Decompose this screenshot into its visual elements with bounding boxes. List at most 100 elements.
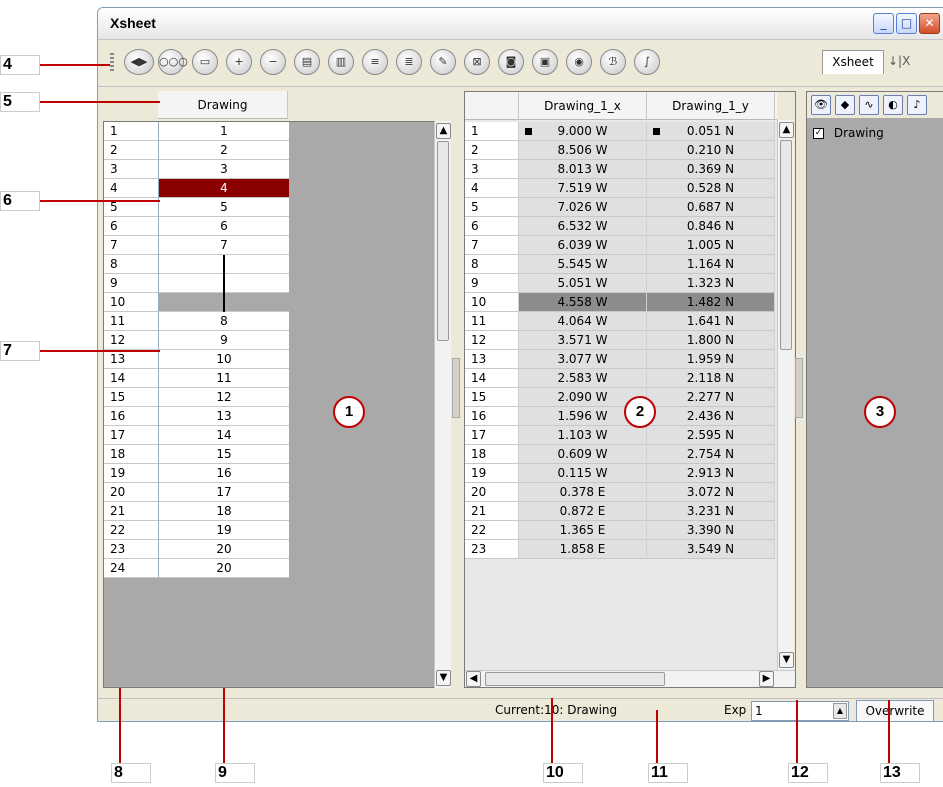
fn-value-cell[interactable]: 8.506 W <box>519 141 647 160</box>
colors-icon[interactable]: ◆ <box>835 95 855 115</box>
fn-scroll-up-icon[interactable]: ▲ <box>779 122 794 138</box>
fn-scroll-right-icon[interactable]: ▶ <box>759 671 774 687</box>
title-bar[interactable]: Xsheet _ □ ✕ <box>98 8 943 40</box>
scroll-up-arrow-icon[interactable]: ▲ <box>436 123 451 139</box>
fn-value-cell[interactable]: 1.482 N <box>647 293 775 312</box>
fn-scroll-left-icon[interactable]: ◀ <box>466 671 481 687</box>
curve-icon[interactable]: ∿ <box>859 95 879 115</box>
function-hscroll[interactable]: ◀ ▶ <box>465 670 795 687</box>
fn-value-cell[interactable]: 0.369 N <box>647 160 775 179</box>
drawing-cell[interactable]: 20 <box>159 559 289 578</box>
remove-column-icon[interactable]: − <box>260 49 286 75</box>
fn-value-cell[interactable]: 2.913 N <box>647 464 775 483</box>
drawing-cell[interactable]: 19 <box>159 521 289 540</box>
tab-menu-icon[interactable]: ↓|X <box>888 54 910 68</box>
overwrite-button[interactable]: Overwrite <box>856 700 934 721</box>
fn-hscroll-thumb[interactable] <box>485 672 665 686</box>
xsheet-row[interactable]: 21 18 <box>104 502 289 521</box>
fn-value-cell[interactable]: 1.641 N <box>647 312 775 331</box>
ease-icon[interactable]: ∫ <box>634 49 660 75</box>
fn-value-cell[interactable]: 3.390 N <box>647 521 775 540</box>
duplicate-drawing-icon[interactable]: ▣ <box>532 49 558 75</box>
fn-value-cell[interactable]: 1.800 N <box>647 331 775 350</box>
xsheet-row[interactable]: 18 15 <box>104 445 289 464</box>
fn-value-cell[interactable]: 5.545 W <box>519 255 647 274</box>
maximize-button[interactable]: □ <box>896 13 917 34</box>
xsheet-row[interactable]: 16 13 <box>104 407 289 426</box>
xsheet-row[interactable]: 8 <box>104 255 289 274</box>
fn-value-cell[interactable]: 2.436 N <box>647 407 775 426</box>
drawing-cell[interactable]: 18 <box>159 502 289 521</box>
xsheet-row[interactable]: 33 <box>104 160 289 179</box>
layer-item-drawing[interactable]: ✓ Drawing <box>813 124 884 142</box>
xsheet-vscroll[interactable]: ▲ ▼ <box>434 121 451 688</box>
drawing-cell[interactable]: 14 <box>159 426 289 445</box>
add-drawing-icon[interactable]: ▥ <box>328 49 354 75</box>
drawing-cell[interactable]: 15 <box>159 445 289 464</box>
toolbar-grip[interactable] <box>110 53 114 73</box>
palette-icon[interactable]: ◐ <box>883 95 903 115</box>
fn-value-cell[interactable]: 2.754 N <box>647 445 775 464</box>
xsheet-row[interactable]: 11 8 <box>104 312 289 331</box>
nav-arrows-icon[interactable]: ◀▶ <box>124 49 154 75</box>
drawing-cell[interactable]: 1 <box>159 122 289 141</box>
fn-value-cell[interactable]: 2.118 N <box>647 369 775 388</box>
drawing-cell[interactable]: 4 <box>159 179 289 198</box>
splitter-left[interactable] <box>452 358 460 418</box>
drawing-cell[interactable]: 13 <box>159 407 289 426</box>
fn-value-cell[interactable]: 0.687 N <box>647 198 775 217</box>
sound-icon[interactable]: ♪ <box>907 95 927 115</box>
fn-value-cell[interactable]: 3.231 N <box>647 502 775 521</box>
checkbox-checked-icon[interactable]: ✓ <box>813 128 824 139</box>
column-header-drawing[interactable]: Drawing <box>158 91 288 119</box>
fn-value-cell[interactable]: 2.583 W <box>519 369 647 388</box>
drawing-cell[interactable]: 20 <box>159 540 289 559</box>
fn-value-cell[interactable]: 0.872 E <box>519 502 647 521</box>
create-drawing-icon[interactable]: ◙ <box>498 49 524 75</box>
fn-value-cell[interactable]: 0.378 E <box>519 483 647 502</box>
fn-value-cell[interactable]: 1.365 E <box>519 521 647 540</box>
scroll-down-arrow-icon[interactable]: ▼ <box>436 670 451 686</box>
fn-value-cell[interactable]: 1.323 N <box>647 274 775 293</box>
fn-value-cell[interactable]: 3.077 W <box>519 350 647 369</box>
fn-value-cell[interactable]: 0.210 N <box>647 141 775 160</box>
xsheet-row[interactable]: 15 12 <box>104 388 289 407</box>
fn-scroll-down-icon[interactable]: ▼ <box>779 652 794 668</box>
fn-column-header[interactable]: Drawing_1_x <box>519 92 647 120</box>
fn-value-cell[interactable]: 1.858 E <box>519 540 647 559</box>
exposure-input[interactable]: 1 ▲ <box>751 701 849 721</box>
add-keyframe-icon[interactable]: ✎ <box>430 49 456 75</box>
drawing-cell[interactable]: 3 <box>159 160 289 179</box>
fn-value-cell[interactable]: 2.277 N <box>647 388 775 407</box>
spinner-icon[interactable]: ▲ <box>833 703 847 719</box>
fn-value-cell[interactable]: 7.519 W <box>519 179 647 198</box>
drawing-cell[interactable]: 6 <box>159 217 289 236</box>
fn-scroll-thumb[interactable] <box>780 140 792 350</box>
fn-value-cell[interactable]: 1.959 N <box>647 350 775 369</box>
drawing-cell[interactable]: 11 <box>159 369 289 388</box>
delete-keyframe-icon[interactable]: ⊠ <box>464 49 490 75</box>
drawing-cell[interactable]: 2 <box>159 141 289 160</box>
fn-value-cell[interactable]: 0.051 N <box>647 122 775 141</box>
xsheet-row[interactable]: 19 16 <box>104 464 289 483</box>
fn-value-cell[interactable]: 2.595 N <box>647 426 775 445</box>
function-vscroll[interactable]: ▲ ▼ <box>777 120 794 670</box>
xsheet-row[interactable]: 14 11 <box>104 369 289 388</box>
keyframe-icon[interactable] <box>525 128 532 135</box>
xsheet-row[interactable]: 20 17 <box>104 483 289 502</box>
xsheet-row[interactable]: 44 <box>104 179 289 198</box>
fn-value-cell[interactable]: 1.164 N <box>647 255 775 274</box>
keyframe-icon[interactable] <box>653 128 660 135</box>
minimize-button[interactable]: _ <box>873 13 894 34</box>
scroll-thumb[interactable] <box>437 141 449 341</box>
fn-value-cell[interactable]: 0.528 N <box>647 179 775 198</box>
fn-value-cell[interactable]: 7.026 W <box>519 198 647 217</box>
fn-value-cell[interactable]: 9.000 W <box>519 122 647 141</box>
xsheet-row[interactable]: 9 <box>104 274 289 293</box>
xsheet-tab[interactable]: Xsheet <box>822 50 884 74</box>
fn-value-cell[interactable]: 5.051 W <box>519 274 647 293</box>
drawing-cell[interactable]: 12 <box>159 388 289 407</box>
insert-drawing-icon[interactable]: ▤ <box>294 49 320 75</box>
drawing-cell[interactable]: 7 <box>159 236 289 255</box>
onion-skin-icon[interactable]: ○○○ <box>158 49 188 75</box>
